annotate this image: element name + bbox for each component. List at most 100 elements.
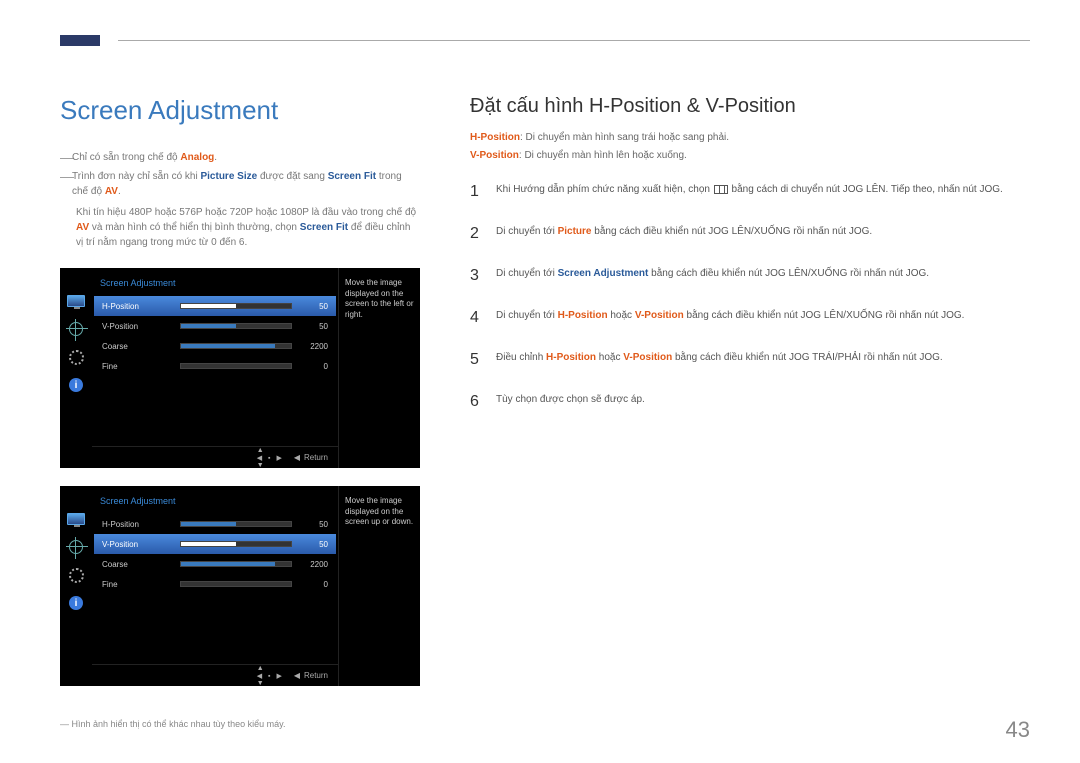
osd-label: V-Position xyxy=(102,540,172,549)
nav-arrows-icon: ▲◀ ▪ ▶▼ xyxy=(257,665,284,687)
hl-screenadj: Screen Adjustment xyxy=(558,268,649,279)
triangle-left-icon: ◀ xyxy=(294,671,300,680)
osd-row-coarse[interactable]: Coarse 2200 xyxy=(94,336,336,356)
osd-title: Screen Adjustment xyxy=(94,274,336,296)
osd-slider[interactable] xyxy=(180,541,292,547)
step-text: Tùy chọn được chọn sẽ được áp. xyxy=(496,390,1030,414)
osd-slider[interactable] xyxy=(180,323,292,329)
footnote: ― Hình ảnh hiển thị có thể khác nhau tùy… xyxy=(60,719,285,729)
osd-slider[interactable] xyxy=(180,303,292,309)
header-rule xyxy=(118,40,1030,41)
osd-row-fine[interactable]: Fine 0 xyxy=(94,574,336,594)
osd-row-hposition[interactable]: H-Position 50 xyxy=(94,514,336,534)
osd-label: H-Position xyxy=(102,302,172,311)
step-text: Điều chỉnh H-Position hoặc V-Position bằ… xyxy=(496,348,1030,372)
return-label: Return xyxy=(304,453,328,462)
header-accent-bar xyxy=(60,35,100,46)
osd-panel-vposition: i Screen Adjustment H-Position 50 V-Posi… xyxy=(60,486,420,686)
hl-hpos3: H-Position xyxy=(546,352,596,363)
step-number: 5 xyxy=(470,348,482,372)
hl-vpos3: V-Position xyxy=(623,352,672,363)
hl-screenfit2: Screen Fit xyxy=(300,222,348,233)
triangle-left-icon: ◀ xyxy=(294,453,300,462)
osd-slider[interactable] xyxy=(180,521,292,527)
hposition-desc: H-Position: Di chuyển màn hình sang trái… xyxy=(470,130,1030,146)
sun-icon xyxy=(67,322,85,336)
osd-value: 2200 xyxy=(300,560,328,569)
monitor-icon xyxy=(67,512,85,526)
t: Điều chỉnh xyxy=(496,352,546,363)
osd-slider[interactable] xyxy=(180,343,292,349)
t: bằng cách điều khiển nút JOG LÊN/XUỐNG r… xyxy=(592,226,873,237)
step-number: 6 xyxy=(470,390,482,414)
t: bằng cách di chuyển nút JOG LÊN. Tiếp th… xyxy=(729,184,1003,195)
step-number: 1 xyxy=(470,180,482,204)
osd-slider[interactable] xyxy=(180,581,292,587)
left-column: Screen Adjustment ― Chỉ có sẵn trong chế… xyxy=(60,95,420,704)
osd-value: 50 xyxy=(300,302,328,311)
sub-note: Khi tín hiệu 480P hoặc 576P hoặc 720P ho… xyxy=(76,205,420,250)
hl-av: AV xyxy=(105,186,118,197)
main-content: Screen Adjustment ― Chỉ có sẵn trong chế… xyxy=(60,95,1030,704)
osd-label: H-Position xyxy=(102,520,172,529)
step-text: Di chuyển tới Picture bằng cách điều khi… xyxy=(496,222,1030,246)
osd-value: 50 xyxy=(300,540,328,549)
osd-row-fine[interactable]: Fine 0 xyxy=(94,356,336,376)
t: Di chuyển tới xyxy=(496,268,558,279)
osd-row-vposition[interactable]: V-Position 50 xyxy=(94,534,336,554)
t: . xyxy=(214,152,217,163)
osd-help: Move the image displayed on the screen t… xyxy=(338,268,420,468)
osd-row-vposition[interactable]: V-Position 50 xyxy=(94,316,336,336)
t: Khi Hướng dẫn phím chức năng xuất hiện, … xyxy=(496,184,713,195)
note-text: Chỉ có sẵn trong chế độ Analog. xyxy=(72,150,420,165)
note-picturesize: ― Trình đơn này chỉ sẵn có khi Picture S… xyxy=(60,169,420,199)
t: Trình đơn này chỉ sẵn có khi xyxy=(72,171,200,182)
osd-value: 2200 xyxy=(300,342,328,351)
osd-value: 0 xyxy=(300,580,328,589)
step-text: Di chuyển tới Screen Adjustment bằng các… xyxy=(496,264,1030,288)
t: : Di chuyển màn hình sang trái hoặc sang… xyxy=(520,132,729,143)
osd-footer: ▲◀ ▪ ▶▼ ◀ Return xyxy=(92,664,338,686)
hl-hpos2: H-Position xyxy=(558,310,608,321)
step-4: 4 Di chuyển tới H-Position hoặc V-Positi… xyxy=(470,306,1030,330)
dash-icon: ― xyxy=(60,169,72,199)
hl-picture: Picture xyxy=(558,226,592,237)
osd-row-hposition[interactable]: H-Position 50 xyxy=(94,296,336,316)
step-6: 6 Tùy chọn được chọn sẽ được áp. xyxy=(470,390,1030,414)
osd-label: Fine xyxy=(102,362,172,371)
step-number: 2 xyxy=(470,222,482,246)
t: bằng cách điều khiển nút JOG TRÁI/PHẢI r… xyxy=(672,352,943,363)
step-5: 5 Điều chỉnh H-Position hoặc V-Position … xyxy=(470,348,1030,372)
hl-screenfit: Screen Fit xyxy=(328,171,376,182)
subsection-title: Đặt cấu hình H-Position & V-Position xyxy=(470,95,1030,118)
gear-icon xyxy=(67,568,85,582)
t: Chỉ có sẵn trong chế độ xyxy=(72,152,180,163)
return-label: Return xyxy=(304,671,328,680)
osd-value: 50 xyxy=(300,322,328,331)
t: : Di chuyển màn hình lên hoặc xuống. xyxy=(519,150,687,161)
osd-label: V-Position xyxy=(102,322,172,331)
t: . xyxy=(118,186,121,197)
t: hoặc xyxy=(596,352,623,363)
hl-av2: AV xyxy=(76,222,89,233)
note-analog: ― Chỉ có sẵn trong chế độ Analog. xyxy=(60,150,420,165)
info-icon: i xyxy=(67,378,85,392)
osd-slider[interactable] xyxy=(180,561,292,567)
osd-value: 50 xyxy=(300,520,328,529)
note-text: Trình đơn này chỉ sẵn có khi Picture Siz… xyxy=(72,169,420,199)
hl-vpos2: V-Position xyxy=(635,310,684,321)
t: bằng cách điều khiển nút JOG LÊN/XUỐNG r… xyxy=(684,310,965,321)
step-1: 1 Khi Hướng dẫn phím chức năng xuất hiện… xyxy=(470,180,1030,204)
osd-sidebar: i xyxy=(60,486,92,686)
step-number: 4 xyxy=(470,306,482,330)
return-button[interactable]: ◀ Return xyxy=(294,453,328,462)
gear-icon xyxy=(67,350,85,364)
osd-row-coarse[interactable]: Coarse 2200 xyxy=(94,554,336,574)
osd-help: Move the image displayed on the screen u… xyxy=(338,486,420,686)
osd-slider[interactable] xyxy=(180,363,292,369)
step-text: Di chuyển tới H-Position hoặc V-Position… xyxy=(496,306,1030,330)
return-button[interactable]: ◀ Return xyxy=(294,671,328,680)
osd-label: Coarse xyxy=(102,342,172,351)
steps-list: 1 Khi Hướng dẫn phím chức năng xuất hiện… xyxy=(470,180,1030,414)
dash-icon: ― xyxy=(60,150,72,165)
